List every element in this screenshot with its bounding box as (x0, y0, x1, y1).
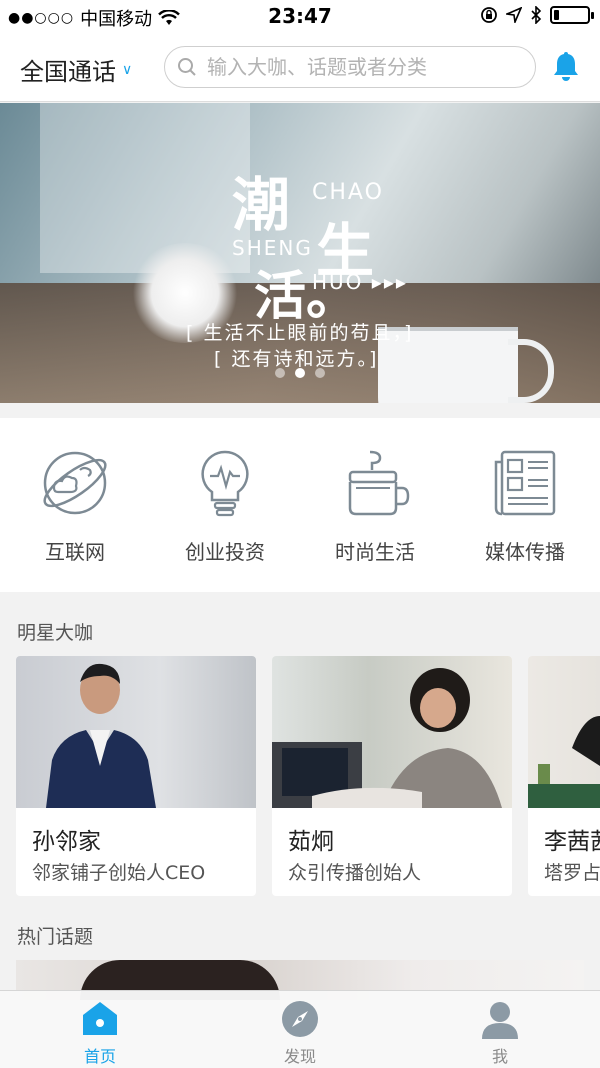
person-photo (272, 668, 502, 808)
carousel-dot[interactable] (315, 368, 325, 378)
newspaper-icon (494, 450, 556, 516)
star-title: 邻家铺子创始人CEO (32, 862, 206, 884)
globe-icon (43, 451, 107, 515)
category-label: 媒体传播 (485, 540, 565, 564)
status-right (480, 6, 594, 24)
compass-icon (282, 1001, 318, 1037)
home-icon (83, 1002, 117, 1035)
search-input[interactable] (207, 55, 507, 79)
tab-label: 首页 (83, 1047, 116, 1066)
city-selector[interactable]: 全国通话 ∨ (20, 52, 132, 87)
app-screen: ●●○○○ 中国移动 23:47 全国通话 ∨ 输入大咖、话题或者分类 潮 CH… (0, 0, 600, 1068)
top-nav: 全国通话 ∨ (0, 34, 600, 102)
star-title: 众引传播创始人 (288, 862, 422, 884)
star-photo (528, 656, 600, 808)
star-name: 茹炯 (288, 829, 334, 855)
notification-bell-icon[interactable] (552, 50, 580, 82)
tab-home[interactable]: 首页 (0, 991, 200, 1068)
tab-label: 我 (491, 1047, 508, 1066)
section-title-stars: 明星大咖 (17, 622, 94, 644)
star-card-list[interactable]: 孙邻家 邻家铺子创始人CEO 茹炯 众引传播创始人 李茜 塔罗占 (0, 656, 600, 898)
tab-label: 发现 (283, 1047, 316, 1066)
chevron-down-icon: ∨ (122, 61, 133, 78)
category-label: 创业投资 (185, 540, 265, 564)
location-arrow-icon (506, 7, 522, 23)
battery-icon (550, 6, 594, 24)
star-title: 塔罗占卜师 (544, 862, 600, 884)
category-startup-investment[interactable]: 创业投资 (150, 418, 300, 592)
star-name: 孙邻家 (32, 829, 101, 855)
section-title-hot-topics: 热门话题 (17, 926, 94, 948)
banner-quote-line: [ 还有诗和远方。] (214, 348, 379, 370)
lightbulb-icon (201, 450, 249, 517)
star-card[interactable]: 孙邻家 邻家铺子创始人CEO (16, 656, 256, 896)
status-bar: ●●○○○ 中国移动 23:47 (0, 0, 600, 34)
bluetooth-icon (531, 6, 542, 24)
bottom-tab-bar: 首页 发现 我 (0, 990, 600, 1068)
user-icon (482, 1002, 518, 1039)
coffee-cup-icon (348, 450, 410, 516)
carousel-indicator[interactable] (0, 368, 600, 378)
carousel-dot[interactable] (275, 368, 285, 378)
star-card[interactable]: 茹炯 众引传播创始人 (272, 656, 512, 896)
star-photo (16, 656, 256, 808)
banner-title-char: 潮 (232, 171, 290, 239)
category-label: 时尚生活 (335, 540, 415, 564)
tab-discover[interactable]: 发现 (200, 991, 400, 1068)
category-label: 互联网 (45, 540, 105, 564)
banner-pinyin: CHAO (312, 180, 384, 205)
orientation-lock-icon (481, 7, 497, 23)
star-name: 李茜茜 (544, 829, 600, 855)
banner-quote-line: [ 生活不止眼前的苟且，] (186, 322, 414, 344)
person-photo (528, 716, 600, 808)
banner-window-bg (40, 103, 250, 273)
city-label: 全国通话 (20, 58, 116, 86)
category-internet[interactable]: 互联网 (0, 418, 150, 592)
tab-me[interactable]: 我 (400, 991, 600, 1068)
star-photo (272, 656, 512, 808)
banner-pinyin: HUO ▸▸▸ (312, 270, 408, 294)
category-media[interactable]: 媒体传播 (450, 418, 600, 592)
category-grid: 互联网 创业投资 时尚生活 媒体传播 (0, 418, 600, 592)
search-icon (178, 58, 196, 76)
carousel-dot[interactable] (295, 368, 305, 378)
person-photo (46, 663, 156, 808)
star-card[interactable]: 李茜茜 塔罗占卜师 (528, 656, 600, 896)
search-bar[interactable] (164, 46, 536, 88)
battery-level (554, 10, 559, 20)
category-fashion-life[interactable]: 时尚生活 (300, 418, 450, 592)
